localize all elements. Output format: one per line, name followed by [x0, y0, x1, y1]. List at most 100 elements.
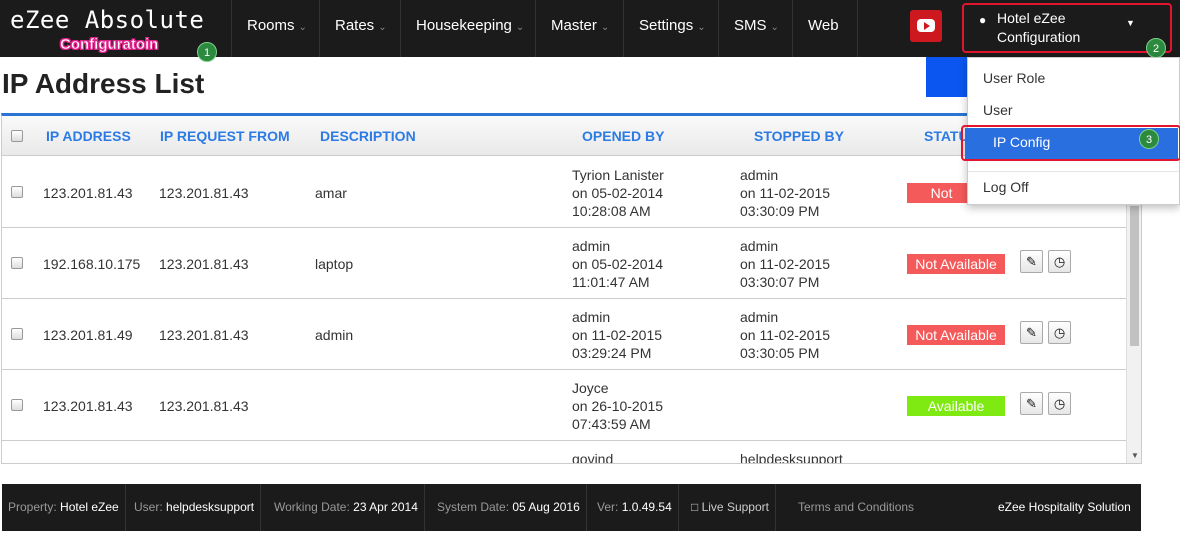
- opened-by-name: admin: [572, 238, 611, 254]
- edit-button[interactable]: [1020, 463, 1043, 464]
- row-checkbox[interactable]: [11, 257, 23, 269]
- cell-description: admin: [315, 327, 354, 343]
- nav-sms[interactable]: SMS ⌄: [718, 0, 792, 57]
- cell-description: amar: [315, 185, 347, 201]
- opened-by-date: on 05-02-2014: [572, 185, 664, 201]
- row-checkbox[interactable]: [11, 328, 23, 340]
- select-all-checkbox[interactable]: [11, 130, 23, 142]
- header-description[interactable]: DESCRIPTION: [320, 128, 416, 144]
- history-button[interactable]: [1048, 463, 1071, 464]
- status-badge: Not Available: [907, 254, 1005, 274]
- opened-by-name: govind: [572, 451, 614, 464]
- history-button[interactable]: ◷: [1048, 250, 1071, 273]
- history-button[interactable]: ◷: [1048, 392, 1071, 415]
- user-menu-toggle[interactable]: ● Hotel eZee Configuration ▼: [962, 3, 1172, 53]
- header-stopped-by[interactable]: STOPPED BY: [754, 128, 844, 144]
- nav-web[interactable]: Web: [792, 0, 858, 57]
- terms-label: Terms and Conditions: [798, 500, 915, 514]
- header-opened-by[interactable]: OPENED BY: [582, 128, 664, 144]
- stopped-by-time: 03:30:05 PM: [740, 345, 820, 361]
- top-navbar: eZee Absolute Configuratoin 1 Rooms ⌄ Rat…: [0, 0, 1180, 62]
- edit-button[interactable]: ✎: [1020, 392, 1043, 415]
- live-support-link[interactable]: □ Live Support: [685, 484, 776, 531]
- nav-settings-label: Settings: [639, 17, 694, 34]
- stopped-by-name: helpdesksupport: [740, 451, 843, 464]
- nav-rates-label: Rates: [335, 17, 375, 34]
- cell-ip: 123.201.81.49: [43, 327, 133, 343]
- cell-stopped-by: admin on 11-02-2015 03:30:05 PM: [740, 308, 830, 362]
- footer-ver-label: Ver:: [597, 500, 619, 514]
- cell-request-from: 123.201.81.43: [159, 327, 249, 343]
- chevron-down-icon: ⌄: [770, 22, 779, 33]
- cell-description: laptop: [315, 256, 354, 272]
- row-checkbox[interactable]: [11, 399, 23, 411]
- clock-icon: ◷: [1053, 325, 1066, 340]
- table-row: 192.168.10.175 123.201.81.43 laptop admi…: [2, 228, 1126, 299]
- header-ip-address[interactable]: IP ADDRESS: [46, 128, 131, 144]
- pencil-icon: ✎: [1026, 396, 1037, 411]
- footer-property: Property: Hotel eZee: [2, 484, 126, 531]
- pencil-icon: ✎: [1026, 325, 1037, 340]
- cell-ip: 123.201.81.43: [43, 185, 133, 201]
- cell-request-from: 123.201.81.43: [159, 185, 249, 201]
- stopped-by-time: 03:30:09 PM: [740, 203, 820, 219]
- nav-master[interactable]: Master ⌄: [535, 0, 623, 57]
- step-badge-1: 1: [197, 42, 217, 62]
- stopped-by-name: admin: [740, 309, 779, 325]
- scrollbar-thumb[interactable]: [1130, 206, 1139, 346]
- nav-rates[interactable]: Rates ⌄: [319, 0, 400, 57]
- youtube-icon[interactable]: [910, 10, 942, 42]
- footer-working-label: Working Date:: [274, 500, 350, 514]
- user-menu-line2: Configuration: [997, 29, 1081, 45]
- clock-icon: ◷: [1053, 254, 1066, 269]
- step-badge-2: 2: [1146, 38, 1166, 58]
- table-row: 123.201.81.43 123.201.81.43 Joyce on 26-…: [2, 370, 1126, 441]
- live-support-label: Live Support: [701, 500, 769, 514]
- cell-opened-by: govind: [572, 450, 614, 464]
- chat-icon: □: [691, 500, 699, 514]
- cell-ip: 123.201.81.43: [43, 398, 133, 414]
- opened-by-name: Tyrion Lanister: [572, 167, 664, 183]
- stopped-by-date: on 11-02-2015: [740, 327, 831, 343]
- nav-settings[interactable]: Settings ⌄: [623, 0, 718, 57]
- history-button[interactable]: ◷: [1048, 321, 1071, 344]
- stopped-by-time: 03:30:07 PM: [740, 274, 820, 290]
- edit-button[interactable]: ✎: [1020, 321, 1043, 344]
- opened-by-time: 10:28:08 AM: [572, 203, 651, 219]
- footer-property-value: Hotel eZee: [60, 500, 119, 514]
- nav-rooms[interactable]: Rooms ⌄: [231, 0, 315, 57]
- status-footer: Property: Hotel eZee User: helpdesksuppo…: [2, 484, 1141, 531]
- cell-stopped-by: admin on 11-02-2015 03:30:07 PM: [740, 237, 830, 291]
- opened-by-date: on 26-10-2015: [572, 398, 664, 414]
- opened-by-date: on 11-02-2015: [572, 327, 663, 343]
- menu-item-user[interactable]: User: [983, 102, 1013, 118]
- footer-system-value: 05 Aug 2016: [512, 500, 580, 514]
- cell-stopped-by: admin on 11-02-2015 03:30:09 PM: [740, 166, 830, 220]
- footer-user: User: helpdesksupport: [128, 484, 262, 531]
- menu-item-log-off[interactable]: Log Off: [983, 179, 1029, 195]
- nav-housekeeping[interactable]: Housekeeping ⌄: [400, 0, 535, 57]
- chevron-down-icon: ⌄: [515, 22, 525, 33]
- add-button[interactable]: [926, 57, 968, 97]
- brand-logo[interactable]: eZee Absolute Configuratoin 1: [0, 0, 231, 62]
- menu-item-user-role[interactable]: User Role: [983, 70, 1045, 86]
- page-title: IP Address List: [2, 68, 205, 99]
- opened-by-time: 07:43:59 AM: [572, 416, 651, 432]
- footer-working-date: Working Date: 23 Apr 2014: [268, 484, 425, 531]
- scroll-down-arrow-icon[interactable]: ▼: [1131, 451, 1139, 460]
- row-checkbox[interactable]: [11, 186, 23, 198]
- cell-opened-by: admin on 11-02-2015 03:29:24 PM: [572, 308, 662, 362]
- terms-link[interactable]: Terms and Conditions: [792, 484, 920, 531]
- cell-request-from: 123.201.81.43: [159, 398, 249, 414]
- caret-down-icon: ▼: [1126, 18, 1135, 28]
- edit-button[interactable]: ✎: [1020, 250, 1043, 273]
- brand-title: eZee Absolute: [10, 6, 205, 34]
- status-badge: Not Available: [907, 325, 1005, 345]
- chevron-down-icon: ⌄: [298, 22, 307, 33]
- opened-by-date: on 05-02-2014: [572, 256, 664, 272]
- header-ip-request-from[interactable]: IP REQUEST FROM: [160, 128, 290, 144]
- cell-opened-by: Joyce on 26-10-2015 07:43:59 AM: [572, 379, 663, 433]
- cell-ip: 192.168.10.175: [43, 256, 141, 272]
- footer-ver-value: 1.0.49.54: [621, 500, 672, 514]
- user-menu-line1: Hotel eZee: [997, 10, 1066, 26]
